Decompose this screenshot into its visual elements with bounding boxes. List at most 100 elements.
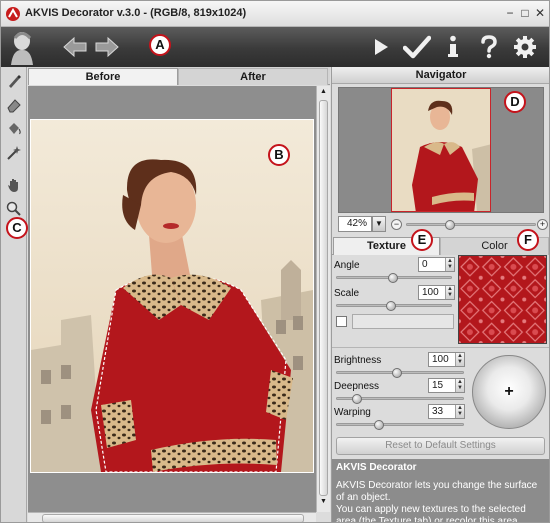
callout-c: C (6, 217, 28, 239)
help-paragraph-2: You can apply new textures to the select… (336, 504, 526, 523)
callout-e: E (411, 229, 433, 251)
title-bar: AKVIS Decorator v.3.0 - (RGB/8, 819x1024… (1, 1, 549, 27)
warping-label: Warping (334, 407, 371, 418)
question-icon (481, 35, 497, 59)
texture-swatch[interactable] (458, 255, 547, 344)
view-tabs: Before After (28, 67, 330, 85)
disabled-texture-field (352, 314, 454, 329)
help-title: AKVIS Decorator (336, 462, 417, 473)
zoom-slider-knob[interactable] (445, 220, 455, 230)
brightness-value: 100 (432, 354, 449, 365)
hand-tool[interactable] (4, 175, 24, 195)
zoom-field[interactable]: 42% (338, 216, 372, 232)
zoom-dropdown-arrow-icon[interactable]: ▼ (372, 216, 386, 232)
minimize-button[interactable]: − (503, 6, 517, 20)
settings-panel: Navigator 42% ▼ − + Texture Color Angle … (331, 67, 549, 523)
zoom-out-button[interactable]: − (391, 219, 402, 230)
close-button[interactable]: ✕ (533, 6, 547, 20)
navigator-viewport-frame[interactable] (391, 88, 491, 212)
angle-slider-knob[interactable] (388, 273, 398, 283)
vertical-scroll-thumb[interactable] (319, 100, 328, 496)
zoom-slider-track[interactable] (406, 223, 536, 226)
run-button[interactable] (365, 31, 397, 63)
zoom-in-button[interactable]: + (537, 219, 548, 230)
angle-field[interactable]: 0 ▲ ▼ (418, 257, 455, 272)
navigator-thumbnail-image (412, 100, 490, 211)
info-button[interactable] (437, 31, 469, 63)
deepness-field[interactable]: 15 ▲ ▼ (428, 378, 465, 393)
warping-field[interactable]: 33 ▲ ▼ (428, 404, 465, 419)
angle-label: Angle (334, 260, 360, 271)
reset-defaults-button[interactable]: Reset to Default Settings (336, 437, 545, 455)
woman-red-dress-image (31, 120, 313, 473)
angle-spin-arrows-icon[interactable]: ▲ ▼ (445, 258, 454, 271)
scale-field[interactable]: 100 ▲ ▼ (418, 285, 455, 300)
magic-wand-icon (7, 146, 21, 160)
tools-panel (1, 67, 27, 522)
warping-spin-arrows-icon[interactable]: ▲ ▼ (455, 405, 464, 418)
back-button[interactable] (59, 31, 91, 63)
eraser-icon (7, 99, 21, 113)
warping-slider-track[interactable] (336, 423, 464, 426)
window-title: AKVIS Decorator v.3.0 - (RGB/8, 819x1024… (25, 7, 247, 19)
help-button[interactable] (473, 31, 505, 63)
scale-slider-knob[interactable] (386, 301, 396, 311)
warping-value: 33 (432, 406, 444, 417)
zoom-controls: 42% ▼ − + (332, 215, 549, 235)
light-source-crosshair-icon[interactable]: + (504, 383, 513, 401)
angle-value: 0 (422, 259, 428, 270)
texture-checkbox[interactable] (336, 316, 347, 327)
bucket-icon (9, 123, 21, 135)
callout-a: A (149, 34, 171, 56)
gear-icon (514, 36, 536, 58)
callout-d: D (504, 91, 526, 113)
arrow-left-icon (63, 36, 87, 58)
horizontal-scroll-thumb[interactable] (42, 514, 304, 522)
light-direction-sphere[interactable]: + (472, 355, 546, 429)
help-paragraph-1: AKVIS Decorator lets you change the surf… (336, 480, 538, 503)
deepness-slider-knob[interactable] (352, 394, 362, 404)
canvas-vertical-scrollbar[interactable]: ▲ ▼ (316, 86, 330, 512)
fill-tool[interactable] (4, 119, 24, 139)
brightness-label: Brightness (334, 355, 382, 366)
section-divider (332, 347, 549, 348)
scroll-up-arrow-icon[interactable]: ▲ (319, 88, 328, 98)
brush-icon (9, 75, 21, 88)
deepness-value: 15 (432, 380, 444, 391)
brightness-slider-knob[interactable] (392, 368, 402, 378)
arrow-right-icon (95, 36, 119, 58)
forward-button[interactable] (91, 31, 123, 63)
help-panel: AKVIS Decorator AKVIS Decorator lets you… (332, 459, 549, 523)
scale-value: 100 (422, 287, 439, 298)
eraser-tool[interactable] (4, 95, 24, 115)
warping-slider-knob[interactable] (374, 420, 384, 430)
deepness-label: Deepness (334, 381, 380, 392)
decorator-logo-icon (11, 32, 33, 65)
hand-icon (8, 179, 18, 192)
checkmark-icon (403, 35, 431, 59)
scroll-down-arrow-icon[interactable]: ▼ (319, 498, 328, 508)
scale-spin-arrows-icon[interactable]: ▲ ▼ (445, 286, 454, 299)
magic-wand-tool[interactable] (4, 143, 24, 163)
brightness-spin-arrows-icon[interactable]: ▲ ▼ (455, 353, 464, 366)
zoom-tool[interactable] (4, 199, 24, 219)
deepness-spin-arrows-icon[interactable]: ▲ ▼ (455, 379, 464, 392)
tab-after[interactable]: After (178, 68, 328, 85)
callout-b: B (268, 144, 290, 166)
info-icon (448, 35, 458, 57)
main-toolbar (1, 27, 549, 67)
maximize-button[interactable]: □ (518, 6, 532, 20)
tab-before[interactable]: Before (28, 68, 178, 85)
app-window: AKVIS Decorator v.3.0 - (RGB/8, 819x1024… (0, 0, 550, 523)
scale-label: Scale (334, 288, 360, 299)
brush-tool[interactable] (4, 71, 24, 91)
settings-button[interactable] (509, 31, 541, 63)
apply-button[interactable] (401, 31, 433, 63)
portrait-photo (30, 119, 314, 473)
navigator-title: Navigator (332, 67, 549, 84)
brightness-field[interactable]: 100 ▲ ▼ (428, 352, 465, 367)
canvas-horizontal-scrollbar[interactable] (28, 512, 316, 522)
callout-f: F (517, 229, 539, 251)
texture-pattern-image (459, 256, 546, 343)
zoom-icon (6, 201, 21, 216)
